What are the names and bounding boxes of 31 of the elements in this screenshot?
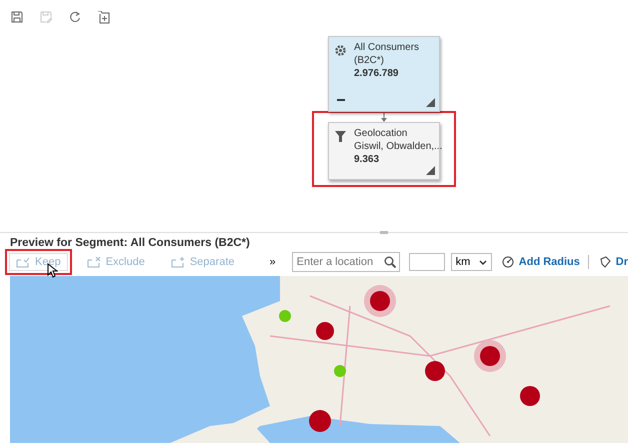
- chevron-down-icon: [478, 260, 487, 264]
- node-card[interactable]: All Consumers (B2C*) 2.976.789: [328, 36, 440, 112]
- draw-button[interactable]: Dr: [598, 256, 628, 268]
- resize-corner-icon[interactable]: [426, 166, 435, 175]
- keep-icon: [16, 256, 30, 268]
- unit-select[interactable]: km: [450, 253, 492, 271]
- compass-icon: [502, 256, 514, 268]
- gear-icon: [335, 45, 346, 56]
- node-count: 2.976.789: [354, 67, 400, 80]
- connector-arrow: [379, 112, 389, 122]
- node-title: Geolocation: [354, 127, 408, 140]
- node-card[interactable]: Geolocation Giswil, Obwalden,... 9.363: [328, 122, 440, 180]
- radius-field[interactable]: [408, 253, 445, 271]
- search-icon: [384, 256, 396, 268]
- separate-icon: [170, 256, 185, 268]
- node-subtitle: (B2C*): [354, 54, 386, 67]
- add-document-icon[interactable]: [98, 11, 110, 24]
- location-field[interactable]: Enter a location: [292, 252, 400, 272]
- splitter-handle[interactable]: [380, 231, 388, 234]
- node-title: All Consumers: [354, 41, 420, 54]
- preview-title: Preview for Segment: All Consumers (B2C*): [9, 236, 251, 249]
- node-subtitle: Giswil, Obwalden,...: [354, 140, 442, 153]
- add-radius-button[interactable]: Add Radius: [502, 256, 580, 268]
- exclude-icon: [86, 256, 101, 268]
- filter-icon: [335, 131, 346, 142]
- save-icon[interactable]: [11, 11, 23, 23]
- node-count: 9.363: [354, 153, 380, 166]
- resize-corner-icon[interactable]: [426, 98, 435, 107]
- refresh-icon[interactable]: [69, 11, 81, 23]
- overflow-button[interactable]: »: [270, 256, 276, 268]
- polygon-icon: [598, 256, 611, 268]
